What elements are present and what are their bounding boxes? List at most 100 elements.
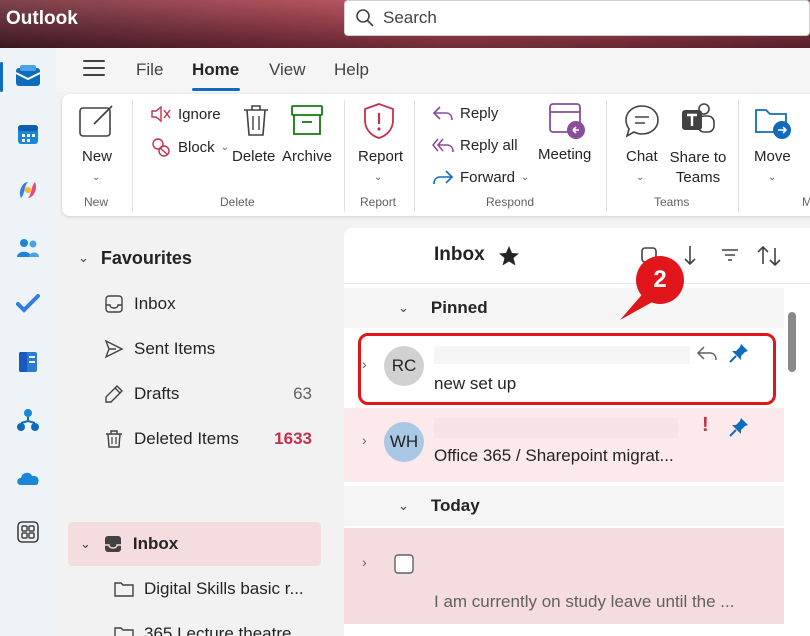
annotation-badge: 2 bbox=[636, 256, 684, 304]
chevron-down-icon: ⌄ bbox=[220, 141, 230, 153]
chat-icon bbox=[624, 104, 660, 143]
inbox-icon bbox=[105, 295, 123, 313]
folder-label: Drafts bbox=[134, 384, 180, 403]
chevron-right-icon[interactable]: › bbox=[362, 432, 367, 448]
report-button[interactable]: Report bbox=[358, 148, 403, 165]
chat-button[interactable]: Chat bbox=[626, 148, 658, 165]
folder-item-inbox[interactable]: Inbox bbox=[56, 284, 338, 324]
hamburger-icon[interactable] bbox=[83, 60, 105, 78]
apps-icon[interactable] bbox=[14, 518, 42, 546]
ribbon-separator bbox=[606, 100, 607, 212]
pencil-icon bbox=[105, 385, 123, 403]
filter-icon[interactable] bbox=[720, 246, 740, 264]
archive-button[interactable]: Archive bbox=[282, 148, 332, 165]
block-label: Block bbox=[178, 138, 215, 156]
teams-label: Teams bbox=[675, 169, 721, 186]
share-to-label: Share to bbox=[669, 149, 727, 166]
ribbon-separator bbox=[132, 100, 133, 212]
new-button[interactable]: New bbox=[78, 148, 116, 165]
meeting-button[interactable]: Meeting bbox=[538, 146, 591, 163]
trash-icon bbox=[240, 102, 272, 143]
title-bar: Outlook Search bbox=[0, 0, 810, 48]
forward-icon bbox=[433, 170, 454, 185]
block-button[interactable]: Block ⌄ bbox=[150, 136, 229, 158]
inbox-icon bbox=[104, 536, 121, 552]
tab-view[interactable]: View bbox=[269, 60, 306, 80]
people-icon[interactable] bbox=[14, 234, 42, 262]
chevron-down-icon: ⌄ bbox=[521, 171, 530, 183]
group-label-respond: Respond bbox=[486, 195, 535, 209]
search-icon bbox=[356, 9, 374, 27]
chevron-down-icon: ⌄ bbox=[398, 498, 409, 513]
group-label-report: Report bbox=[360, 195, 397, 209]
message-row[interactable]: › I am currently on study leave until th… bbox=[344, 528, 784, 624]
message-list: Inbox ⌄ Pinned › RC new set up › WH ! Of… bbox=[344, 228, 810, 636]
share-to-teams-button[interactable]: Share to Teams bbox=[668, 148, 728, 188]
delete-button[interactable]: Delete bbox=[232, 148, 275, 165]
star-icon[interactable] bbox=[498, 245, 520, 267]
tab-home[interactable]: Home bbox=[192, 60, 239, 80]
unread-count: 63 bbox=[293, 384, 312, 403]
folder-label: Inbox bbox=[132, 534, 179, 553]
message-list-header: Inbox bbox=[344, 228, 810, 284]
word-icon[interactable] bbox=[14, 348, 42, 376]
jump-to-icon[interactable] bbox=[682, 244, 698, 268]
highlight-box bbox=[358, 333, 776, 405]
pinned-section-header[interactable]: ⌄ Pinned bbox=[344, 288, 784, 328]
app-rail bbox=[0, 48, 56, 636]
move-button[interactable]: Move bbox=[754, 148, 791, 165]
chevron-down-icon[interactable]: ⌄ bbox=[768, 172, 776, 183]
app-title: Outlook bbox=[6, 8, 78, 29]
folder-item-deleted-items[interactable]: Deleted Items 1633 bbox=[56, 419, 338, 459]
active-tab-indicator bbox=[192, 88, 240, 91]
folder-item-digital-skills[interactable]: Digital Skills basic r... bbox=[56, 569, 338, 609]
important-icon: ! bbox=[702, 414, 709, 436]
chevron-right-icon[interactable]: › bbox=[362, 554, 367, 570]
group-label-teams: Teams bbox=[654, 195, 690, 209]
pin-icon[interactable] bbox=[728, 416, 750, 438]
group-label-move: M bbox=[802, 195, 810, 209]
group-label-new: New bbox=[84, 195, 109, 209]
org-icon[interactable] bbox=[14, 406, 42, 434]
message-row[interactable]: › WH ! Office 365 / Sharepoint migrat... bbox=[344, 408, 784, 482]
search-input[interactable]: Search bbox=[344, 0, 810, 36]
reply-icon bbox=[432, 106, 453, 121]
favourites-label: Favourites bbox=[100, 247, 192, 268]
tab-file[interactable]: File bbox=[136, 60, 163, 80]
folder-label: Digital Skills basic r... bbox=[144, 579, 304, 598]
avatar: WH bbox=[384, 422, 424, 462]
reply-button[interactable]: Reply bbox=[432, 104, 498, 122]
folder-item-inbox-selected[interactable]: ⌄ Inbox bbox=[68, 522, 321, 566]
today-section-header[interactable]: ⌄ Today bbox=[344, 486, 784, 526]
chevron-down-icon[interactable]: ⌄ bbox=[374, 172, 382, 183]
onedrive-icon[interactable] bbox=[14, 464, 42, 492]
favourites-header[interactable]: ⌄ Favourites bbox=[56, 238, 338, 278]
mail-icon[interactable] bbox=[14, 62, 42, 90]
group-label-delete: Delete bbox=[220, 195, 255, 209]
forward-button[interactable]: Forward ⌄ bbox=[432, 168, 529, 186]
annotation-number: 2 bbox=[653, 266, 667, 293]
sort-icon[interactable] bbox=[756, 244, 782, 268]
ribbon-separator bbox=[414, 100, 415, 212]
scrollbar-thumb[interactable] bbox=[788, 312, 796, 372]
folder-item-sent-items[interactable]: Sent Items bbox=[56, 329, 338, 369]
chevron-down-icon: ⌄ bbox=[78, 250, 89, 265]
copilot-icon[interactable] bbox=[14, 176, 42, 204]
new-mail-icon bbox=[78, 104, 116, 143]
chevron-down-icon: ⌄ bbox=[80, 536, 91, 551]
section-label: Today bbox=[430, 496, 480, 515]
todo-icon[interactable] bbox=[14, 290, 42, 318]
chevron-down-icon[interactable]: ⌄ bbox=[636, 172, 644, 183]
ignore-button[interactable]: Ignore bbox=[150, 104, 221, 124]
reply-all-label: Reply all bbox=[460, 136, 518, 154]
section-label: Pinned bbox=[430, 298, 488, 317]
reply-label: Reply bbox=[460, 104, 499, 122]
archive-icon bbox=[290, 102, 324, 143]
select-checkbox[interactable] bbox=[394, 554, 414, 574]
folder-item-drafts[interactable]: Drafts 63 bbox=[56, 374, 338, 414]
tab-help[interactable]: Help bbox=[334, 60, 369, 80]
calendar-icon[interactable] bbox=[14, 120, 42, 148]
chevron-down-icon[interactable]: ⌄ bbox=[92, 172, 100, 183]
folder-item-lecture-theatre[interactable]: 365 Lecture theatre ... bbox=[56, 614, 338, 636]
reply-all-button[interactable]: Reply all bbox=[432, 136, 518, 154]
